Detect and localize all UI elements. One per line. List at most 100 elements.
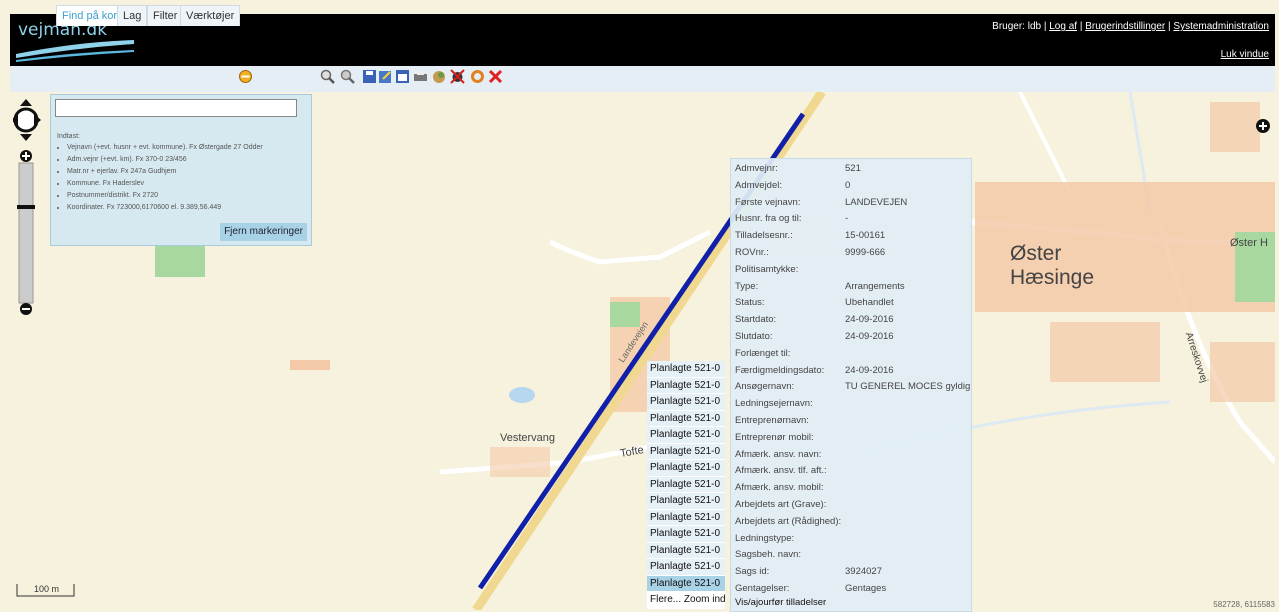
zoom-in-button[interactable] (20, 150, 32, 162)
popup-field-value: 24-09-2016 (845, 331, 894, 342)
popup-field-label: Startdato: (735, 314, 777, 326)
planned-permit-item[interactable]: Planlagte 521-0 (647, 394, 725, 411)
popup-field-label: Sags id: (735, 566, 770, 578)
popup-field-label: Admvejdel: (735, 179, 782, 191)
popup-field-label: Sagsbeh. navn: (735, 549, 802, 561)
search-hint-intro: Indtast: (57, 133, 80, 140)
popup-field-value: LANDEVEJEN (845, 196, 908, 208)
popup-field-label: Færdigmeldingsdato: (735, 364, 825, 376)
sysadmin-link[interactable]: Systemadministration (1173, 21, 1269, 32)
show-update-permits-link[interactable]: Vis/ajourfør tilladelser (735, 597, 826, 608)
popup-field-label: Politisamtykke: (735, 263, 799, 275)
planned-permits-list: Planlagte 521-0 Planlagte 521-0 Planlagte … (647, 361, 726, 609)
popup-field-label: Husnr. fra og til: (735, 213, 802, 225)
logo-swoosh-icon (16, 40, 134, 62)
map-navigation (11, 97, 45, 317)
more-zoom-in-item[interactable]: Flere... Zoom ind (647, 592, 726, 609)
planned-permit-item[interactable]: Planlagte 521-0 (647, 476, 725, 493)
user-bar: Bruger: ldb | Log af | Brugerindstilling… (992, 21, 1269, 32)
popup-field-label: Entreprenørnavn: (735, 415, 809, 426)
popup-field-value: 0 (845, 179, 851, 191)
clear-markings-button[interactable]: Fjern markeringer (220, 223, 307, 241)
planned-permit-item[interactable]: Planlagte 521-0 (647, 509, 725, 526)
popup-field-label: Type: (735, 280, 759, 292)
popup-field-label: Ansøgernavn: (735, 381, 795, 393)
zoom-out-button[interactable] (20, 303, 32, 315)
popup-field-value: 3924027 (845, 566, 882, 578)
search-hint-item: Matr.nr + ejerlav. Fx 247a Gudhjem (67, 168, 263, 175)
village-edge-label: Øster H (1230, 237, 1268, 249)
popup-field-value: 15-00161 (845, 230, 886, 242)
search-hint-item: Vejnavn (+evt. husnr + evt. kommune). Fx… (67, 144, 263, 151)
tab-find-on-map[interactable]: Find på kort (56, 5, 127, 26)
popup-field-label: Slutdato: (735, 331, 773, 342)
delete-bug-icon[interactable] (450, 69, 465, 84)
search-hint-item: Koordinater. Fx 723000,6170600 el. 9.389… (67, 204, 263, 211)
planned-permit-item[interactable]: Planlagte 521-0 (647, 361, 725, 378)
popup-field-label: Entreprenør mobil: (735, 431, 814, 443)
village-label: Øster Hæsinge (1010, 242, 1095, 289)
popup-field-value: TU GENEREL MOCES gyldig (845, 381, 971, 393)
popup-field-value: Ubehandlet (845, 297, 894, 309)
planned-permit-item[interactable]: Planlagte 521-0 (647, 410, 725, 427)
planned-permit-item[interactable]: Planlagte 521-0 (647, 460, 725, 477)
tab-tools[interactable]: Værktøjer (180, 5, 241, 26)
search-input[interactable] (55, 99, 297, 117)
popup-field-label: Arbejdets art (Grave): (735, 499, 827, 510)
zoom-slider-handle[interactable] (17, 205, 35, 209)
scale-label: 100 m (34, 584, 60, 594)
planned-permit-item[interactable]: Planlagte 521-0 (647, 493, 725, 510)
print-icon[interactable] (413, 69, 428, 84)
popup-field-label: Tilladelsesnr.: (735, 230, 793, 242)
scale-bar: 100 m (16, 582, 76, 598)
popup-field-label: Forlænget til: (735, 347, 791, 359)
popup-field-value: 24-09-2016 (845, 314, 894, 326)
search-hint-item: Postnummer/distrikt. Fx 2720 (67, 192, 263, 199)
popup-field-value: 521 (845, 163, 861, 174)
search-hint-item: Adm.vejnr (+evt. km). Fx 370-0 23/456 (67, 156, 263, 163)
planned-permit-item[interactable]: Planlagte 521-0 (647, 526, 725, 543)
close-icon[interactable] (488, 69, 503, 84)
user-label: Bruger: ldb (992, 21, 1042, 32)
planned-permit-item[interactable]: Planlagte 521-0 (647, 575, 725, 592)
popup-field-label: Afmærk. ansv. tlf. aft.: (735, 465, 827, 477)
edit-icon[interactable] (378, 69, 393, 84)
toolbar (10, 66, 1275, 93)
popup-field-label: Gentagelser: (735, 583, 790, 594)
planned-permit-item[interactable]: Planlagte 521-0 (647, 427, 725, 444)
planned-permit-item[interactable]: Planlagte 521-0 (647, 443, 725, 460)
pan-control[interactable] (11, 99, 41, 141)
tab-filter[interactable]: Filter (147, 5, 184, 26)
popup-field-label: Arbejdets art (Rådighed): (735, 515, 842, 527)
logout-link[interactable]: Log af (1049, 21, 1077, 32)
save-icon[interactable] (362, 69, 377, 84)
popup-field-label: Ledningstype: (735, 532, 795, 544)
planned-permit-item[interactable]: Planlagte 521-0 (647, 542, 725, 559)
calendar-icon[interactable] (395, 69, 410, 84)
zoom-out-icon[interactable] (340, 69, 355, 84)
planned-permit-item[interactable]: Planlagte 521-0 (647, 377, 725, 394)
popup-field-value: - (845, 213, 849, 225)
search-hint-item: Kommune. Fx Haderslev (67, 180, 263, 187)
planned-permit-item[interactable]: Planlagte 521-0 (647, 559, 725, 576)
popup-field-value: 9999-666 (845, 247, 886, 258)
popup-field-value: Gentages (845, 583, 887, 594)
layers-icon[interactable] (432, 69, 447, 84)
minimize-panel-icon[interactable] (238, 69, 253, 84)
close-window-link[interactable]: Luk vindue (1221, 49, 1269, 60)
user-settings-link[interactable]: Brugerindstillinger (1085, 21, 1165, 32)
popup-field-label: Ledningsejernavn: (735, 398, 813, 410)
popup-field-label: Status: (735, 297, 765, 309)
zoom-in-icon[interactable] (320, 69, 335, 84)
permit-info-popup: Admvejnr: 521 Admvejdel: 0 Første vejnavn: LA… (730, 158, 972, 612)
refresh-icon[interactable] (470, 69, 485, 84)
tab-layers[interactable]: Lag (117, 5, 148, 26)
zoom-slider[interactable] (18, 162, 34, 304)
popup-field-label: Admvejnr: (735, 163, 778, 174)
search-hints: Indtast: Vejnavn (+evt. husnr + evt. kom… (57, 133, 263, 216)
popup-field-label: Første vejnavn: (735, 196, 801, 208)
popup-field-label: Afmærk. ansv. mobil: (735, 482, 824, 494)
popup-field-value: Arrangements (845, 280, 905, 292)
search-panel: Indtast: Vejnavn (+evt. husnr + evt. kom… (50, 94, 312, 246)
popup-field-label: Afmærk. ansv. navn: (735, 448, 822, 460)
